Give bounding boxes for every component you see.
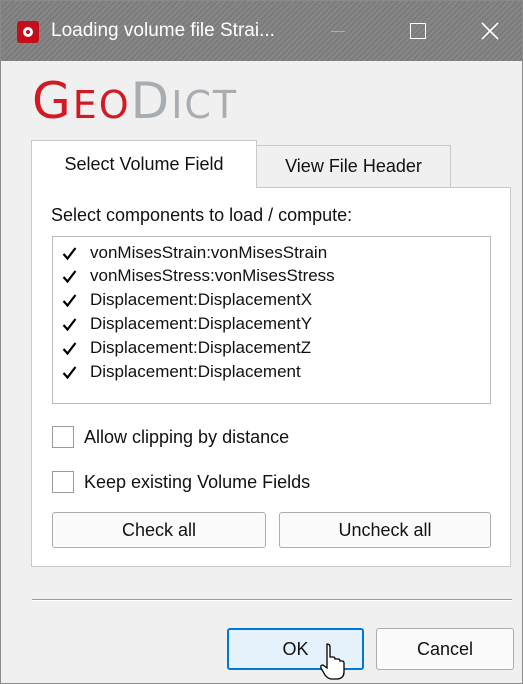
checkmark-icon[interactable]	[61, 244, 77, 262]
list-item[interactable]: Displacement:DisplacementX	[61, 289, 312, 311]
components-label: Select components to load / compute:	[51, 205, 353, 225]
checkmark-icon[interactable]	[61, 315, 77, 333]
allow-clipping-checkbox[interactable]	[52, 426, 74, 448]
components-list[interactable]: vonMisesStrain:vonMisesStrain vonMisesSt…	[52, 236, 491, 404]
load-volume-dialog: Loading volume file Strai... GEODICT Sel…	[0, 0, 523, 684]
maximize-icon	[410, 23, 426, 39]
minimize-icon	[331, 30, 345, 32]
allow-clipping-option[interactable]: Allow clipping by distance	[52, 426, 289, 448]
keep-existing-label: Keep existing Volume Fields	[84, 471, 311, 492]
keep-existing-option[interactable]: Keep existing Volume Fields	[52, 471, 310, 493]
list-item-label: vonMisesStress:vonMisesStress	[90, 266, 335, 285]
tab-select-volume-field[interactable]: Select Volume Field	[31, 140, 257, 188]
checkmark-icon[interactable]	[61, 339, 77, 357]
title-bar[interactable]: Loading volume file Strai...	[1, 1, 522, 61]
mouse-pointer-icon	[320, 643, 345, 680]
allow-clipping-label: Allow clipping by distance	[84, 426, 290, 447]
list-item-label: Displacement:DisplacementX	[90, 290, 313, 309]
list-item[interactable]: vonMisesStrain:vonMisesStrain	[61, 242, 327, 264]
close-button[interactable]	[467, 11, 513, 51]
list-item-label: Displacement:DisplacementZ	[90, 338, 312, 357]
cancel-button[interactable]: Cancel	[376, 628, 514, 670]
list-item-label: vonMisesStrain:vonMisesStrain	[90, 243, 328, 262]
geodict-logo: GEODICT	[32, 72, 239, 130]
uncheck-all-button[interactable]: Uncheck all	[279, 512, 491, 548]
list-item[interactable]: Displacement:DisplacementZ	[61, 337, 311, 359]
maximize-button[interactable]	[395, 11, 441, 51]
window-title: Loading volume file Strai...	[51, 20, 275, 41]
checkmark-icon[interactable]	[61, 267, 77, 285]
tab-view-file-header[interactable]: View File Header	[257, 145, 451, 187]
geodict-app-icon	[17, 21, 39, 43]
keep-existing-checkbox[interactable]	[52, 471, 74, 493]
list-item[interactable]: Displacement:Displacement	[61, 361, 301, 383]
minimize-button[interactable]	[315, 11, 361, 51]
list-item[interactable]: vonMisesStress:vonMisesStress	[61, 265, 335, 287]
checkmark-icon[interactable]	[61, 363, 77, 381]
divider	[32, 599, 512, 601]
close-icon	[481, 22, 499, 40]
list-item[interactable]: Displacement:DisplacementY	[61, 313, 312, 335]
list-item-label: Displacement:Displacement	[90, 362, 301, 381]
checkmark-icon[interactable]	[61, 291, 77, 309]
list-item-label: Displacement:DisplacementY	[90, 314, 313, 333]
check-all-button[interactable]: Check all	[52, 512, 266, 548]
